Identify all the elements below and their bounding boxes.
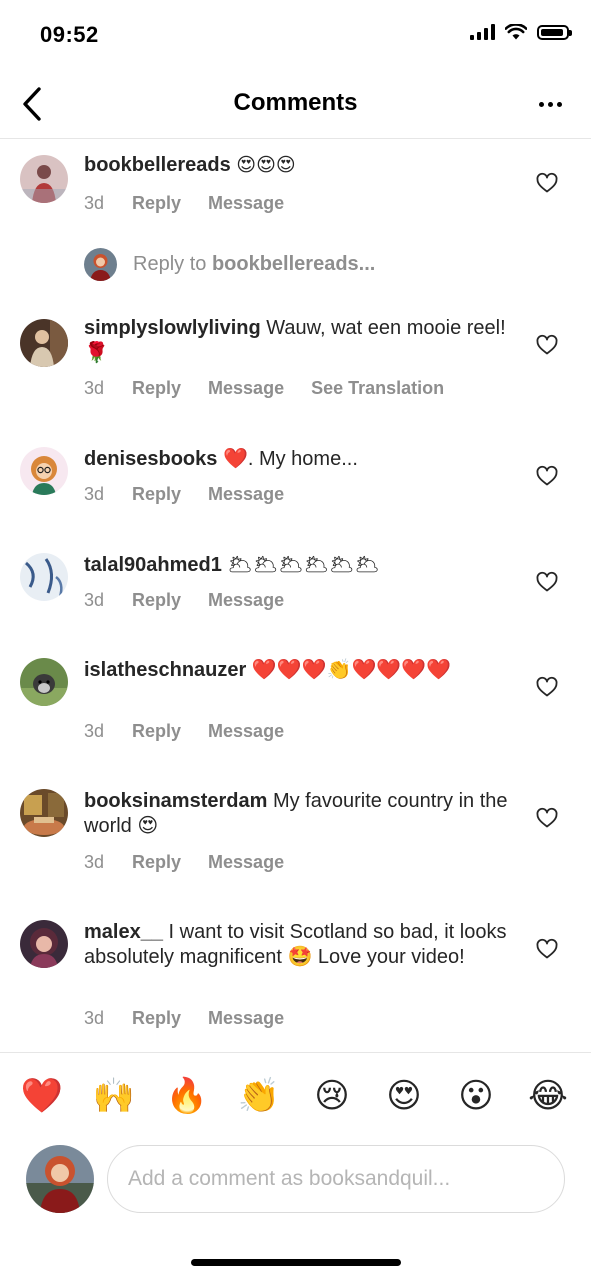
reply-button[interactable]: Reply xyxy=(132,1008,181,1029)
heart-icon xyxy=(536,334,558,355)
comment-username[interactable]: bookbellereads xyxy=(84,154,231,176)
more-horizontal-icon xyxy=(538,101,544,107)
comment-meta: 3d Reply Message xyxy=(84,852,311,873)
status-icons xyxy=(470,24,572,40)
reply-button[interactable]: Reply xyxy=(132,193,181,214)
see-translation-button[interactable]: See Translation xyxy=(311,378,444,399)
page-title: Comments xyxy=(233,89,358,116)
avatar[interactable] xyxy=(20,658,68,706)
avatar[interactable] xyxy=(20,319,68,367)
message-button[interactable]: Message xyxy=(208,852,284,873)
comment-time: 3d xyxy=(84,721,105,741)
like-button[interactable] xyxy=(535,937,559,961)
header: Comments xyxy=(0,70,591,139)
reaction-heart-eyes-button[interactable]: 😍 xyxy=(380,1072,428,1120)
comment-meta: 3d Reply Message xyxy=(84,721,311,742)
reply-button[interactable]: Reply xyxy=(132,721,181,742)
comment-text: booksinamsterdam My favourite country in… xyxy=(84,789,514,839)
battery-icon xyxy=(537,24,572,40)
like-button[interactable] xyxy=(535,570,559,594)
heart-icon xyxy=(536,676,558,697)
reply-prefix: Reply to xyxy=(133,252,212,275)
avatar[interactable] xyxy=(20,155,68,203)
comment-time: 3d xyxy=(84,193,105,213)
message-button[interactable]: Message xyxy=(208,721,284,742)
heart-icon xyxy=(536,938,558,959)
avatar[interactable] xyxy=(20,920,68,968)
reaction-crying-button[interactable]: 😢 xyxy=(308,1072,356,1120)
comment-text: malex__ I want to visit Scotland so bad,… xyxy=(84,920,514,970)
reply-username: bookbellereads... xyxy=(211,252,376,275)
comment-meta: 3d Reply Message See Translation xyxy=(84,378,471,399)
comment-body: 😍😍😍 xyxy=(236,155,296,176)
comment-time: 3d xyxy=(84,378,105,398)
like-button[interactable] xyxy=(535,675,559,699)
reply-avatar xyxy=(84,247,117,281)
more-options-button[interactable] xyxy=(535,94,565,114)
message-button[interactable]: Message xyxy=(208,590,284,611)
comment-text: simplyslowlyliving Wauw, wat een mooie r… xyxy=(84,316,514,366)
current-user-avatar xyxy=(26,1145,94,1213)
reply-button[interactable]: Reply xyxy=(132,590,181,611)
footer-divider xyxy=(0,1052,591,1053)
reaction-heart-button[interactable]: ❤️ xyxy=(18,1072,66,1120)
comment-body: 🌥🌥🌥🌥🌥🌥 xyxy=(227,554,380,576)
like-button[interactable] xyxy=(535,333,559,357)
message-button[interactable]: Message xyxy=(208,193,284,214)
home-indicator[interactable] xyxy=(191,1259,401,1266)
comment-text: islatheschnauzer ❤️❤️❤️👏❤️❤️❤️❤️ xyxy=(84,658,514,683)
reply-to-label: Reply to bookbellereads... xyxy=(133,253,375,276)
comment-body: ❤️❤️❤️👏❤️❤️❤️❤️ xyxy=(251,659,452,681)
like-button[interactable] xyxy=(535,806,559,830)
avatar[interactable] xyxy=(20,789,68,837)
reply-to-input[interactable]: Reply to bookbellereads... xyxy=(84,247,504,281)
like-button[interactable] xyxy=(535,171,559,195)
avatar[interactable] xyxy=(20,447,68,495)
comment-time: 3d xyxy=(84,1008,105,1028)
heart-icon xyxy=(536,172,558,193)
comment-username[interactable]: simplyslowlyliving xyxy=(84,317,261,339)
comment-meta: 3d Reply Message xyxy=(84,193,311,214)
comment-time: 3d xyxy=(84,484,105,504)
comment-username[interactable]: talal90ahmed1 xyxy=(84,554,222,576)
heart-icon xyxy=(536,465,558,486)
wifi-icon xyxy=(505,24,527,40)
comment-username[interactable]: malex__ xyxy=(84,921,163,943)
comment-username[interactable]: denisesbooks xyxy=(84,448,217,470)
avatar[interactable] xyxy=(20,553,68,601)
comment-time: 3d xyxy=(84,590,105,610)
reply-button[interactable]: Reply xyxy=(132,484,181,505)
message-button[interactable]: Message xyxy=(208,484,284,505)
reply-button[interactable]: Reply xyxy=(132,378,181,399)
comment-text: bookbellereads 😍😍😍 xyxy=(84,153,514,178)
like-button[interactable] xyxy=(535,464,559,488)
comment-list: bookbellereads 😍😍😍 3d Reply Message Repl… xyxy=(0,139,591,1051)
reaction-fire-button[interactable]: 🔥 xyxy=(163,1072,211,1120)
comment-time: 3d xyxy=(84,852,105,872)
comment-meta: 3d Reply Message xyxy=(84,1008,311,1029)
heart-icon xyxy=(536,571,558,592)
reply-button[interactable]: Reply xyxy=(132,852,181,873)
message-button[interactable]: Message xyxy=(208,378,284,399)
comment-body: ❤️. My home... xyxy=(222,448,358,470)
signal-icon xyxy=(470,24,495,40)
comment-text: denisesbooks ❤️. My home... xyxy=(84,447,514,472)
quick-reactions-bar: ❤️ 🙌 🔥 👏 😢 😍 😮 😂 xyxy=(0,1072,591,1122)
comment-text: talal90ahmed1 🌥🌥🌥🌥🌥🌥 xyxy=(84,553,514,578)
message-button[interactable]: Message xyxy=(208,1008,284,1029)
comment-username[interactable]: booksinamsterdam xyxy=(84,790,267,812)
heart-icon xyxy=(536,807,558,828)
reaction-clap-button[interactable]: 👏 xyxy=(235,1072,283,1120)
status-time: 09:52 xyxy=(40,22,99,47)
reaction-surprised-button[interactable]: 😮 xyxy=(452,1072,500,1120)
reaction-laughing-button[interactable]: 😂 xyxy=(524,1072,572,1120)
battery-level xyxy=(541,28,563,36)
comment-meta: 3d Reply Message xyxy=(84,484,311,505)
comment-input[interactable] xyxy=(107,1145,565,1213)
status-bar: 09:52 xyxy=(0,0,591,70)
reaction-raised-hands-button[interactable]: 🙌 xyxy=(90,1072,138,1120)
comment-username[interactable]: islatheschnauzer xyxy=(84,659,246,681)
comment-meta: 3d Reply Message xyxy=(84,590,311,611)
